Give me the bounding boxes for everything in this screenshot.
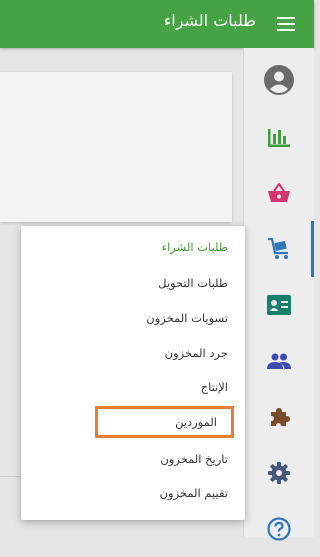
purchases-dropdown-menu: طلبات الشراء طلبات التحويل تسويات المخزو… [21, 226, 245, 520]
menu-item-label: الإنتاج [200, 380, 228, 394]
rail-item-contacts[interactable] [244, 277, 314, 333]
menu-item-inventory-history[interactable]: تاريخ المخزون [21, 442, 245, 476]
user-circle-icon [264, 65, 294, 95]
puzzle-icon [271, 408, 290, 426]
menu-item-label: طلبات الشراء [161, 240, 228, 254]
menu-item-label: تقييم المخزون [159, 486, 228, 500]
contact-card-icon [267, 295, 291, 315]
menu-item-label: تسويات المخزون [146, 311, 228, 325]
rail-item-settings[interactable] [244, 445, 314, 501]
menu-item-purchase-orders[interactable]: طلبات الشراء [21, 230, 245, 264]
rail-item-users[interactable] [244, 333, 314, 389]
page-title: طلبات الشراء [163, 11, 256, 30]
menu-item-label: تاريخ المخزون [160, 452, 228, 466]
hamburger-menu-icon [277, 17, 295, 31]
basket-icon [268, 183, 290, 202]
menu-item-transfer-orders[interactable]: طلبات التحويل [21, 266, 245, 300]
menu-item-label: طلبات التحويل [158, 276, 228, 290]
bar-chart-icon [268, 129, 290, 147]
rail-item-help[interactable] [244, 501, 314, 557]
rail-item-addons[interactable] [244, 389, 314, 445]
app-header: طلبات الشراء [0, 0, 314, 48]
rail-item-profile[interactable] [244, 52, 314, 108]
menu-item-production[interactable]: الإنتاج [21, 370, 245, 404]
menu-item-inventory-valuation[interactable]: تقييم المخزون [21, 476, 245, 510]
gear-icon [268, 462, 290, 484]
menu-item-stock-adjustments[interactable]: تسويات المخزون [21, 301, 245, 335]
menu-item-suppliers[interactable]: الموردين [95, 406, 234, 438]
menu-item-label: جرد المخزون [164, 346, 228, 360]
cart-icon [268, 238, 288, 259]
menu-item-inventory-counts[interactable]: جرد المخزون [21, 336, 245, 370]
users-icon [267, 353, 291, 369]
side-rail [243, 48, 314, 541]
help-circle-icon [267, 517, 291, 541]
content-card [0, 72, 232, 222]
rail-item-sales[interactable] [244, 165, 314, 221]
menu-button[interactable] [272, 10, 300, 38]
menu-item-label: الموردين [175, 415, 217, 429]
rail-item-reports[interactable] [244, 109, 314, 165]
rail-item-purchases[interactable] [244, 221, 314, 277]
